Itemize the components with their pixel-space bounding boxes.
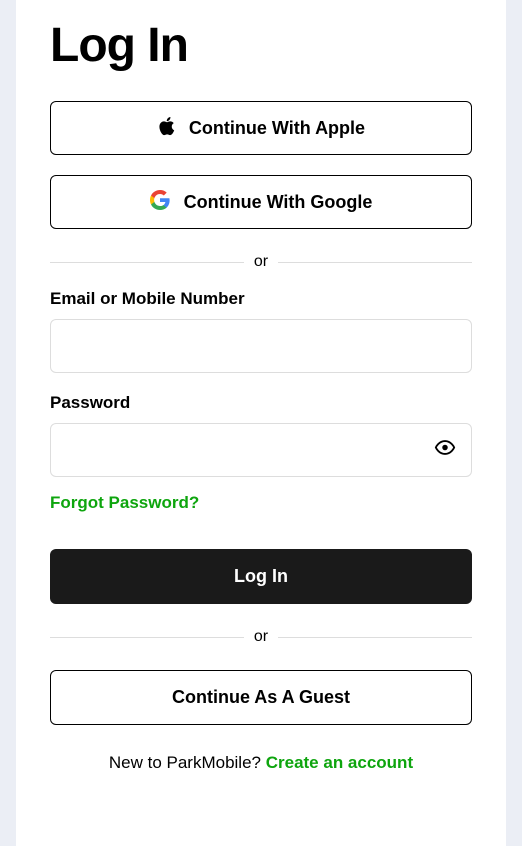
divider: or	[50, 253, 472, 271]
divider-line	[278, 637, 472, 638]
password-input-wrap	[50, 423, 472, 477]
email-label: Email or Mobile Number	[50, 289, 472, 309]
forgot-password-link[interactable]: Forgot Password?	[50, 493, 199, 513]
continue-apple-button[interactable]: Continue With Apple	[50, 101, 472, 155]
login-button[interactable]: Log In	[50, 549, 472, 604]
divider-line	[278, 262, 472, 263]
continue-google-button[interactable]: Continue With Google	[50, 175, 472, 229]
divider-text: or	[254, 628, 268, 646]
email-input[interactable]	[50, 319, 472, 373]
password-label: Password	[50, 393, 472, 413]
password-input[interactable]	[50, 423, 472, 477]
divider-line	[50, 262, 244, 263]
divider-line	[50, 637, 244, 638]
create-account-link[interactable]: Create an account	[266, 753, 413, 772]
google-button-label: Continue With Google	[184, 192, 373, 213]
continue-guest-button[interactable]: Continue As A Guest	[50, 670, 472, 725]
password-group: Password	[50, 393, 472, 477]
divider-text: or	[254, 253, 268, 271]
footer-prompt: New to ParkMobile?	[109, 753, 266, 772]
google-icon	[150, 190, 170, 215]
oauth-buttons: Continue With Apple Continue With Google	[50, 101, 472, 229]
apple-icon	[157, 116, 175, 141]
apple-button-label: Continue With Apple	[189, 118, 365, 139]
login-card: Log In Continue With Apple Continue With…	[16, 0, 506, 846]
divider: or	[50, 628, 472, 646]
footer: New to ParkMobile? Create an account	[50, 753, 472, 773]
show-password-icon[interactable]	[434, 437, 456, 464]
email-group: Email or Mobile Number	[50, 289, 472, 373]
page-title: Log In	[50, 18, 472, 73]
